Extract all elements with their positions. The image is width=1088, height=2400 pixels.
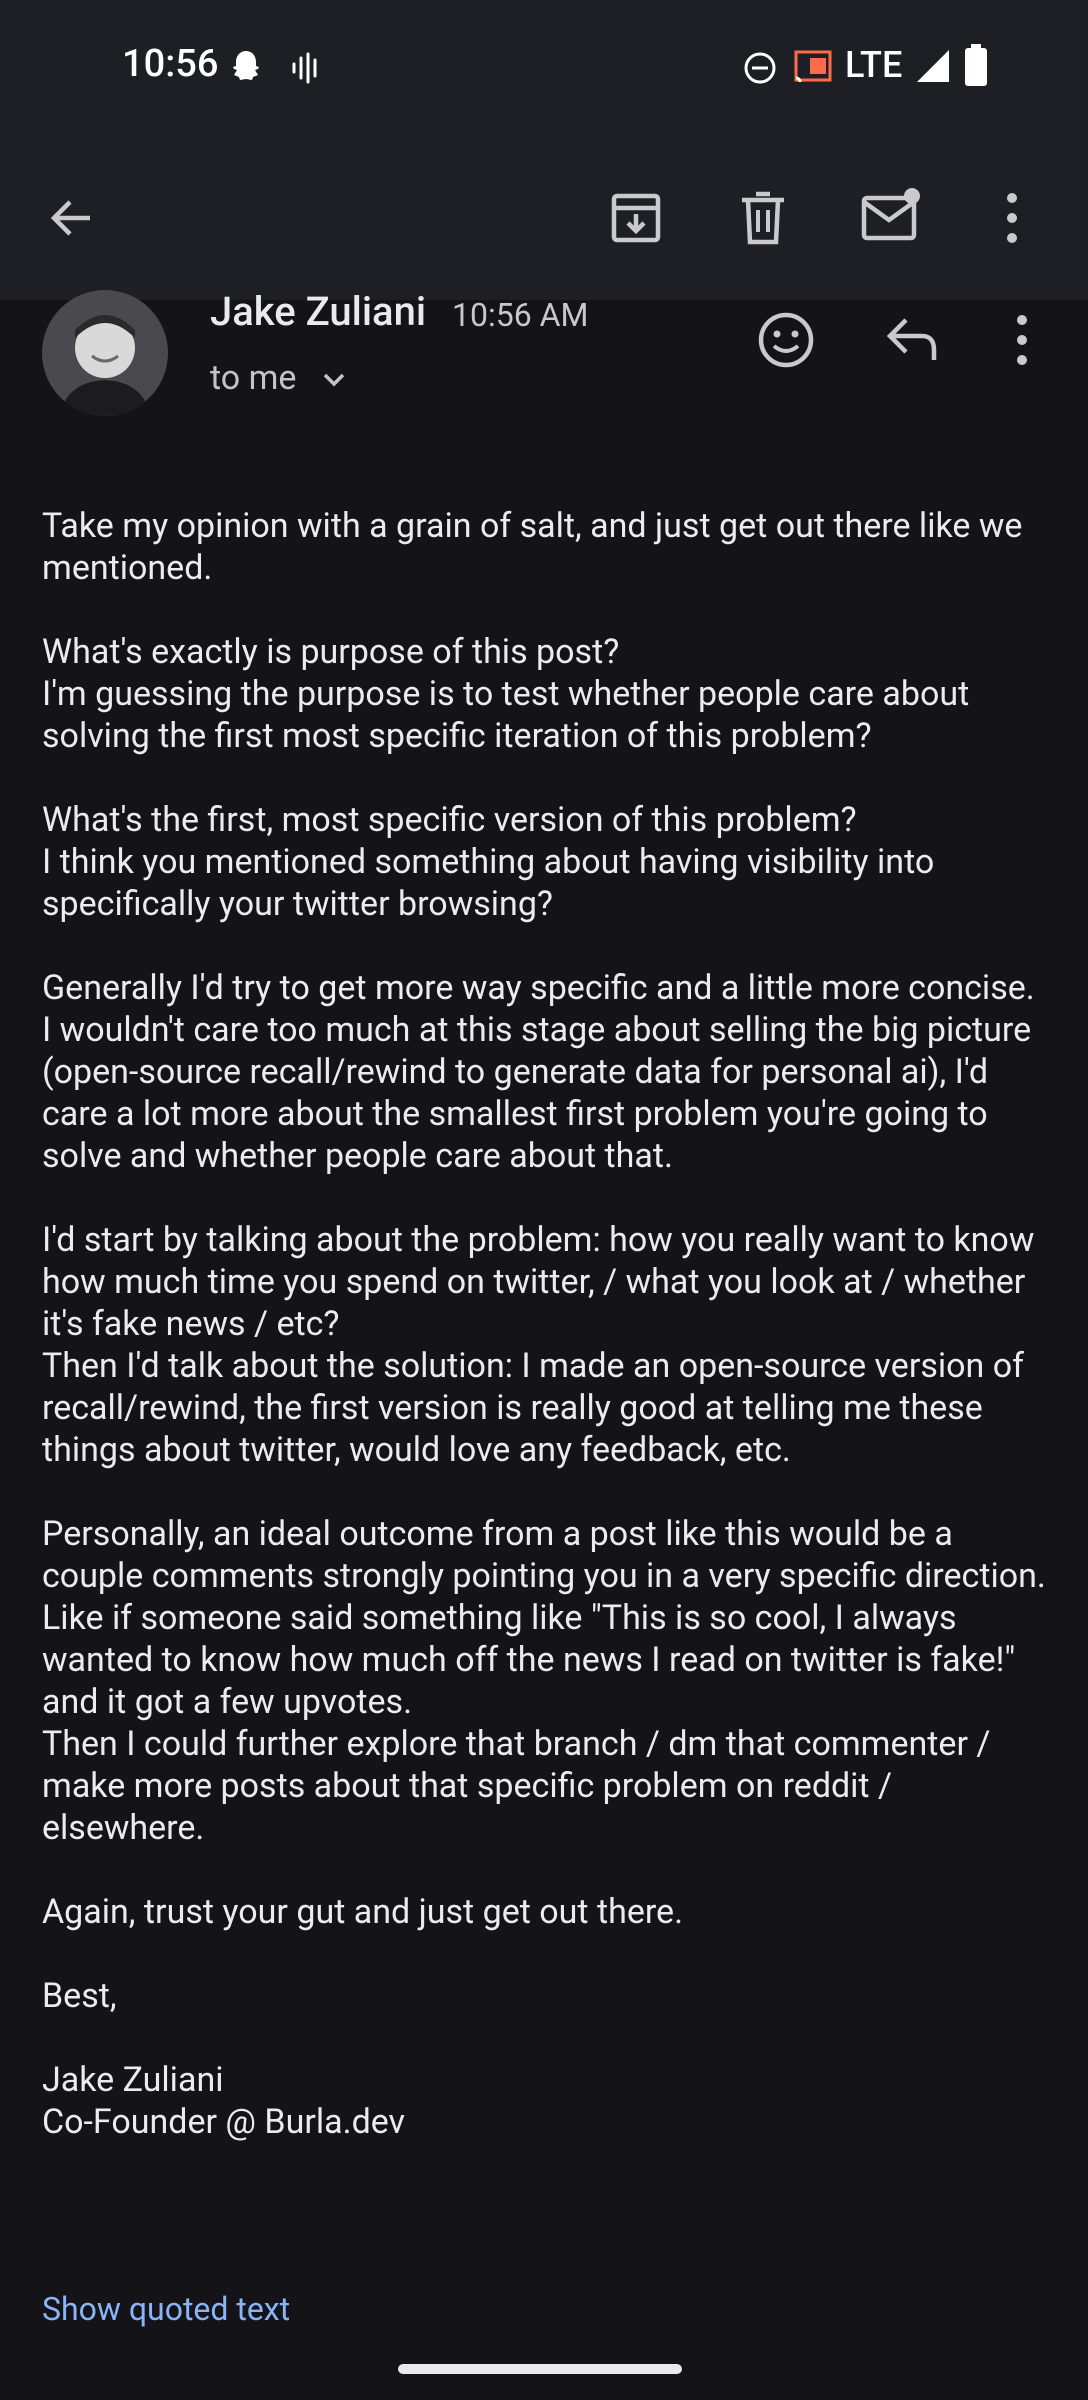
emoji-reaction-icon[interactable] (756, 310, 816, 370)
chevron-down-icon (323, 373, 345, 387)
body-line: I think you mentioned something about ha… (42, 842, 935, 924)
signature-title: Co-Founder @ Burla.dev (42, 2102, 406, 2142)
mark-unread-icon[interactable] (860, 186, 924, 246)
message-body: Take my opinion with a grain of salt, an… (42, 505, 1052, 2185)
message-more-icon[interactable] (1002, 312, 1042, 368)
body-line: Then I'd talk about the solution: I made… (42, 1346, 1024, 1470)
body-line: What's the first, most specific version … (42, 800, 857, 840)
archive-icon[interactable] (608, 190, 664, 246)
avatar[interactable] (42, 290, 168, 416)
body-line: Best, (42, 1976, 117, 2016)
sender-name: Jake Zuliani (210, 288, 427, 335)
paragraph: What's the first, most specific version … (42, 799, 1052, 925)
body-line: Personally, an ideal outcome from a post… (42, 1514, 1046, 1722)
status-bar: 10:56 LTE (0, 0, 1088, 140)
more-vert-icon[interactable] (992, 190, 1032, 246)
message-time: 10:56 AM (452, 296, 589, 334)
body-line: Then I could further explore that branch… (42, 1724, 991, 1848)
paragraph: What's exactly is purpose of this post? I… (42, 631, 1052, 757)
toolbar (0, 140, 1088, 300)
signature: Jake Zuliani Co-Founder @ Burla.dev (42, 2059, 1052, 2143)
body-line: Generally I'd try to get more way specif… (42, 968, 1035, 1176)
body-line: What's exactly is purpose of this post? (42, 632, 620, 672)
paragraph: Best, (42, 1975, 1052, 2017)
signal-icon (917, 50, 949, 82)
paragraph: I'd start by talking about the problem: … (42, 1219, 1052, 1471)
home-indicator[interactable] (398, 2364, 682, 2374)
delete-icon[interactable] (736, 190, 790, 246)
network-type: LTE (845, 44, 903, 86)
paragraph: Again, trust your gut and just get out t… (42, 1891, 1052, 1933)
body-line: I'm guessing the purpose is to test whet… (42, 674, 970, 756)
paragraph: Personally, an ideal outcome from a post… (42, 1513, 1052, 1849)
status-time: 10:56 (122, 42, 219, 86)
paragraph: Generally I'd try to get more way specif… (42, 967, 1052, 1177)
body-line: I'd start by talking about the problem: … (42, 1220, 1035, 1344)
recipient-toggle[interactable]: to me (210, 358, 347, 398)
recipient-label: to me (210, 358, 297, 398)
body-line: Again, trust your gut and just get out t… (42, 1892, 684, 1932)
voice-icon (292, 52, 317, 84)
avatar-photo (42, 290, 168, 416)
battery-icon (965, 44, 987, 86)
cast-icon (794, 50, 832, 83)
paragraph: Take my opinion with a grain of salt, an… (42, 505, 1052, 589)
signature-name: Jake Zuliani (42, 2060, 224, 2100)
reply-icon[interactable] (884, 314, 940, 364)
dnd-icon (744, 52, 776, 84)
snapchat-icon (233, 51, 259, 80)
back-arrow-icon[interactable] (44, 190, 100, 246)
show-quoted-text-link[interactable]: Show quoted text (42, 2290, 290, 2328)
body-line: Take my opinion with a grain of salt, an… (42, 506, 1023, 588)
